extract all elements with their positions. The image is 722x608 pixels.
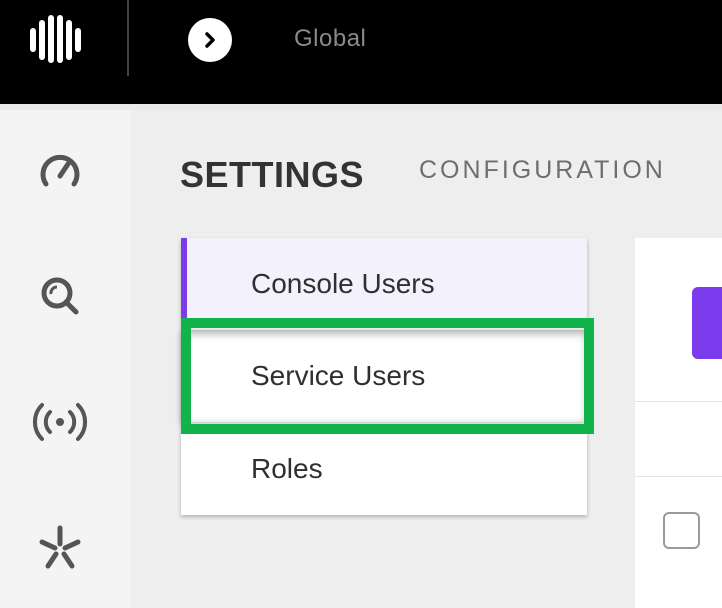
submenu-item-label: Service Users — [251, 360, 426, 391]
tab-settings[interactable]: SETTINGS — [180, 154, 364, 196]
main-content: SETTINGS CONFIGURATION Console Users Ser… — [130, 110, 722, 608]
chevron-right-icon — [205, 32, 215, 48]
submenu-item-label: Roles — [251, 453, 323, 484]
row-checkbox[interactable] — [663, 512, 700, 549]
sidebar — [0, 110, 130, 608]
submenu-item-service-users[interactable]: Service Users — [181, 330, 587, 422]
table-divider — [635, 476, 722, 477]
sidebar-item-search[interactable] — [28, 264, 92, 328]
search-icon — [41, 277, 79, 315]
tab-configuration[interactable]: CONFIGURATION — [419, 156, 666, 185]
scope-label[interactable]: Global — [294, 25, 366, 53]
settings-submenu: Console Users Service Users Roles — [181, 238, 587, 515]
sidebar-item-dashboard[interactable] — [28, 140, 92, 204]
brand-logo-icon[interactable] — [28, 12, 82, 66]
nav-expand-button[interactable] — [188, 18, 232, 62]
submenu-item-console-users[interactable]: Console Users — [181, 238, 587, 330]
primary-action-button[interactable] — [692, 287, 722, 359]
sidebar-item-spark[interactable] — [28, 516, 92, 580]
top-bar: Global — [0, 0, 722, 104]
submenu-item-roles[interactable]: Roles — [181, 423, 587, 515]
table-divider — [635, 401, 722, 402]
sidebar-item-broadcast[interactable] — [28, 390, 92, 454]
topbar-divider — [127, 0, 129, 76]
submenu-item-label: Console Users — [251, 268, 435, 299]
users-table-panel — [635, 238, 722, 608]
broadcast-icon — [32, 403, 88, 441]
dashboard-gauge-icon — [40, 154, 80, 187]
spark-icon — [39, 525, 81, 569]
